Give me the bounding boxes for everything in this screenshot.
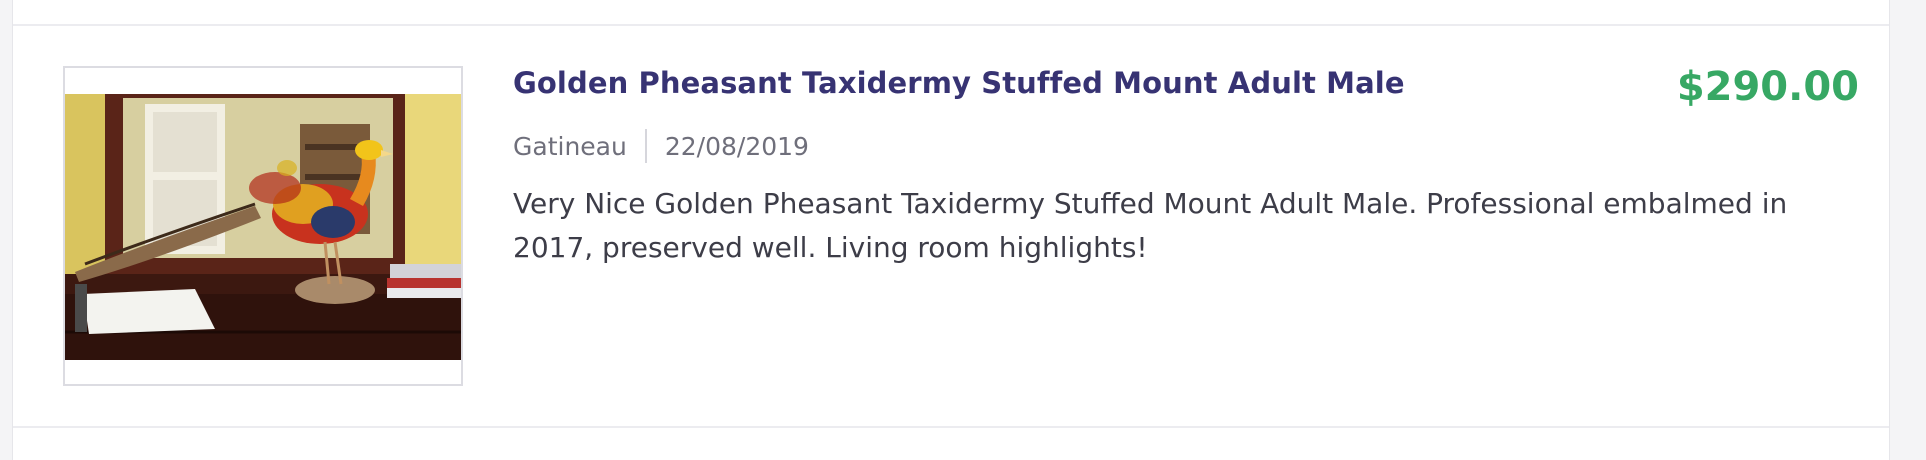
listing-title[interactable]: Golden Pheasant Taxidermy Stuffed Mount … <box>513 66 1405 100</box>
meta-separator <box>644 129 647 163</box>
favorite-button[interactable] <box>409 82 453 122</box>
listing-date: 22/08/2019 <box>664 131 809 161</box>
listings-panel: Golden Pheasant Taxidermy Stuffed Mount … <box>12 0 1890 460</box>
listing-photo <box>65 94 461 360</box>
listing-location: Gatineau <box>513 131 627 161</box>
listing-thumbnail[interactable] <box>63 66 463 386</box>
listing-description: Very Nice Golden Pheasant Taxidermy Stuf… <box>513 187 1788 264</box>
listing-meta: Gatineau 22/08/2019 <box>513 126 809 166</box>
heart-icon <box>409 108 463 374</box>
listing-price: $290.00 <box>1676 64 1859 110</box>
row-divider-bottom <box>13 426 1889 428</box>
listing-card[interactable]: Golden Pheasant Taxidermy Stuffed Mount … <box>13 26 1889 426</box>
